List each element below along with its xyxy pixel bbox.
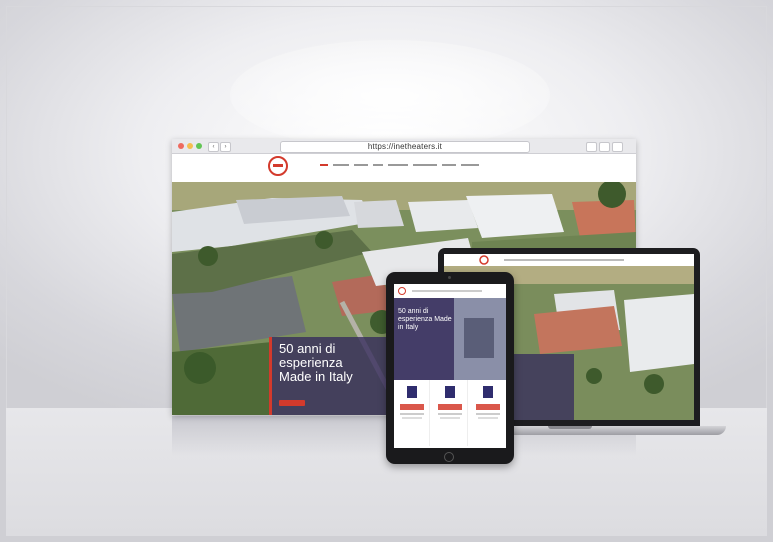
spotlight [230, 40, 550, 150]
tablet-site-logo[interactable] [398, 287, 406, 295]
document-icon [407, 386, 418, 398]
service-card-text [400, 413, 425, 415]
tablet-site-header [394, 284, 506, 299]
laptop-notch [548, 426, 592, 429]
minimize-dot-icon[interactable] [187, 143, 193, 149]
menu-item[interactable] [354, 164, 368, 166]
site-header [172, 154, 636, 182]
add-tab-button[interactable] [612, 142, 623, 152]
service-card-text [402, 417, 423, 419]
menu-item[interactable] [373, 164, 383, 166]
service-card-text [439, 417, 460, 419]
menu-item[interactable] [320, 164, 328, 166]
close-dot-icon[interactable] [178, 143, 184, 149]
document-icon [444, 386, 455, 398]
tablet-hero-title: 50 anni di esperienza Made in Italy [398, 308, 452, 331]
hero-title-line: esperienza [279, 355, 343, 370]
menu-item[interactable] [333, 164, 349, 166]
hero-accent-bar [269, 337, 272, 415]
hero-title: 50 anni di esperienza Made in Italy [279, 342, 389, 384]
home-button[interactable] [444, 452, 454, 462]
address-bar[interactable]: https://inetheaters.it [280, 141, 530, 153]
tablet-menu[interactable] [412, 290, 482, 292]
hero-title-line: Made in Italy [279, 369, 353, 384]
service-card-text [475, 413, 500, 415]
forward-button[interactable]: › [220, 142, 231, 152]
service-card-title [400, 404, 425, 410]
browser-toolbar: ‹ › https://inetheaters.it [172, 139, 636, 154]
site-logo[interactable] [268, 156, 288, 176]
hero-title-line: 50 anni di [279, 341, 336, 356]
site-menu [320, 164, 479, 166]
service-card-title [437, 404, 462, 410]
service-card[interactable] [433, 380, 468, 446]
tablet-device: 50 anni di esperienza Made in Italy [386, 272, 514, 464]
tablet-camera [448, 276, 451, 279]
hero-cta-button[interactable] [279, 400, 305, 406]
service-card-text [477, 417, 498, 419]
back-button[interactable]: ‹ [208, 142, 219, 152]
maximize-dot-icon[interactable] [196, 143, 202, 149]
tablet-service-cards [394, 380, 506, 448]
tablet-screen: 50 anni di esperienza Made in Italy [394, 284, 506, 448]
service-card-text [437, 413, 462, 415]
menu-item[interactable] [413, 164, 437, 166]
menu-item[interactable] [442, 164, 456, 166]
menu-item[interactable] [461, 164, 479, 166]
menu-item[interactable] [388, 164, 408, 166]
service-card[interactable] [471, 380, 505, 446]
share-button[interactable] [586, 142, 597, 152]
service-card[interactable] [395, 380, 431, 446]
document-icon [482, 386, 493, 398]
service-card-title [475, 404, 500, 410]
tabs-button[interactable] [599, 142, 610, 152]
